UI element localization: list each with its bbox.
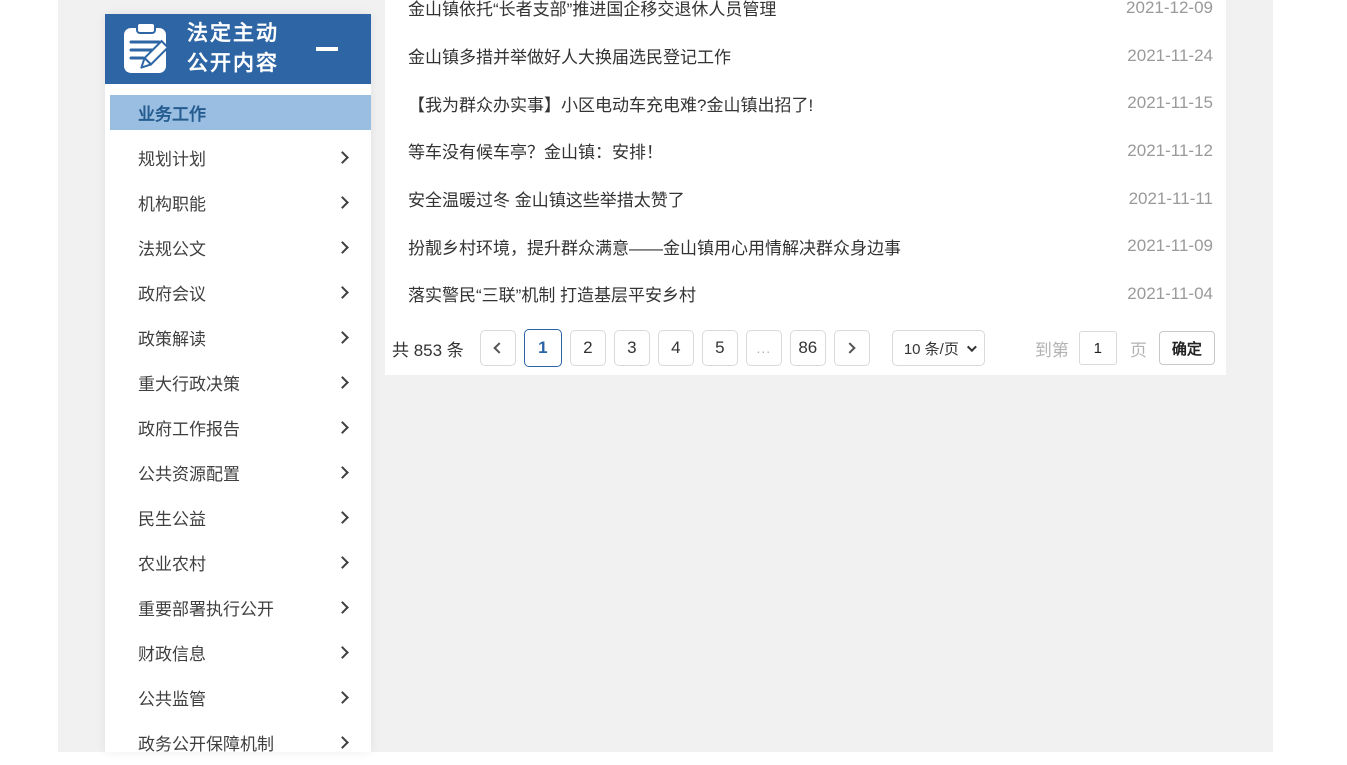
- sidebar-header: 法定主动 公开内容: [105, 14, 371, 84]
- news-date: 2021-11-12: [1127, 141, 1213, 161]
- main-panel: 金山镇依托“长者支部”推进国企移交退休人员管理 2021-12-09 金山镇多措…: [385, 0, 1226, 375]
- chevron-right-icon: [336, 421, 349, 434]
- prev-page-button[interactable]: [480, 330, 516, 366]
- news-row[interactable]: 落实警民“三联”机制 打造基层平安乡村 2021-11-04: [408, 270, 1213, 318]
- news-title-link[interactable]: 落实警民“三联”机制 打造基层平安乡村: [408, 281, 696, 306]
- page-button-86[interactable]: 86: [790, 330, 826, 366]
- sidebar-item[interactable]: 民生公益: [105, 495, 371, 540]
- collapse-minus-icon[interactable]: [316, 47, 338, 51]
- chevron-right-icon: [336, 331, 349, 344]
- news-row[interactable]: 金山镇依托“长者支部”推进国企移交退休人员管理 2021-12-09: [408, 0, 1213, 32]
- page-button-2[interactable]: 2: [570, 330, 606, 366]
- chevron-left-icon: [494, 342, 505, 353]
- goto-page-input[interactable]: [1079, 331, 1117, 365]
- page-button-1[interactable]: 1: [524, 329, 562, 367]
- page-ellipsis-button[interactable]: ...: [746, 330, 782, 366]
- sidebar-item-label: 重大行政决策: [138, 370, 240, 395]
- sidebar-item-label: 公共监管: [138, 685, 206, 710]
- sidebar-item[interactable]: 农业农村: [105, 540, 371, 585]
- sidebar-item[interactable]: 公共监管: [105, 675, 371, 720]
- chevron-right-icon: [336, 241, 349, 254]
- news-date: 2021-11-11: [1129, 189, 1213, 209]
- chevron-right-icon: [336, 286, 349, 299]
- ellipsis-label: ...: [756, 340, 771, 356]
- news-date: 2021-11-09: [1127, 236, 1213, 256]
- news-title-link[interactable]: 【我为群众办实事】小区电动车充电难?金山镇出招了!: [408, 91, 813, 116]
- news-title-link[interactable]: 扮靓乡村环境，提升群众满意——金山镇用心用情解决群众身边事: [408, 234, 901, 259]
- page-button-5[interactable]: 5: [702, 330, 738, 366]
- news-date: 2021-11-04: [1127, 284, 1213, 304]
- sidebar-item[interactable]: 财政信息: [105, 630, 371, 675]
- sidebar: 法定主动 公开内容 业务工作 规划计划 机构职能 法规公文 政府会议 政策解读 …: [105, 14, 371, 752]
- news-row[interactable]: 扮靓乡村环境，提升群众满意——金山镇用心用情解决群众身边事 2021-11-09: [408, 222, 1213, 270]
- chevron-right-icon: [336, 151, 349, 164]
- news-list: 金山镇依托“长者支部”推进国企移交退休人员管理 2021-12-09 金山镇多措…: [385, 0, 1226, 318]
- sidebar-item-label: 机构职能: [138, 190, 206, 215]
- sidebar-menu: 规划计划 机构职能 法规公文 政府会议 政策解读 重大行政决策 政府工作报告: [105, 135, 371, 765]
- goto-page-group: 到第 页 确定: [1035, 331, 1215, 365]
- sidebar-item[interactable]: 政策解读: [105, 315, 371, 360]
- news-date: 2021-11-15: [1127, 93, 1213, 113]
- news-row[interactable]: 安全温暖过冬 金山镇这些举措太赞了 2021-11-11: [408, 175, 1213, 223]
- sidebar-item[interactable]: 政府会议: [105, 270, 371, 315]
- goto-prefix-label: 到第: [1035, 336, 1069, 361]
- news-date: 2021-11-24: [1127, 46, 1213, 66]
- chevron-right-icon: [336, 556, 349, 569]
- chevron-right-icon: [845, 342, 856, 353]
- news-title-link[interactable]: 安全温暖过冬 金山镇这些举措太赞了: [408, 186, 685, 211]
- chevron-right-icon: [336, 736, 349, 749]
- sidebar-item[interactable]: 政务公开保障机制: [105, 720, 371, 765]
- sidebar-item-label: 公共资源配置: [138, 460, 240, 485]
- sidebar-item-label: 政策解读: [138, 325, 206, 350]
- sidebar-item[interactable]: 法规公文: [105, 225, 371, 270]
- news-title-link[interactable]: 等车没有候车亭？金山镇：安排！: [408, 138, 663, 163]
- sidebar-item-label: 民生公益: [138, 505, 206, 530]
- news-title-link[interactable]: 金山镇多措并举做好人大换届选民登记工作: [408, 43, 731, 68]
- sidebar-item-label: 政府会议: [138, 280, 206, 305]
- chevron-right-icon: [336, 691, 349, 704]
- sidebar-item[interactable]: 重要部署执行公开: [105, 585, 371, 630]
- next-page-button[interactable]: [834, 330, 870, 366]
- chevron-right-icon: [336, 466, 349, 479]
- page-size-label: 10 条/页: [904, 338, 959, 359]
- total-count-label: 共 853 条: [392, 336, 464, 361]
- sidebar-item[interactable]: 政府工作报告: [105, 405, 371, 450]
- chevron-right-icon: [336, 511, 349, 524]
- chevron-right-icon: [336, 196, 349, 209]
- sidebar-item[interactable]: 机构职能: [105, 180, 371, 225]
- news-title-link[interactable]: 金山镇依托“长者支部”推进国企移交退休人员管理: [408, 0, 776, 20]
- news-date: 2021-12-09: [1126, 0, 1213, 18]
- sidebar-item-label: 政务公开保障机制: [138, 730, 274, 755]
- news-row[interactable]: 【我为群众办实事】小区电动车充电难?金山镇出招了! 2021-11-15: [408, 79, 1213, 127]
- sidebar-item-label: 农业农村: [138, 550, 206, 575]
- pagination-bar: 共 853 条 1 2 3 4 5 ... 86 10 条/页 到第 页 确定: [392, 329, 1215, 367]
- clipboard-pencil-icon: [122, 23, 170, 75]
- sidebar-item[interactable]: 规划计划: [105, 135, 371, 180]
- sidebar-item[interactable]: 公共资源配置: [105, 450, 371, 495]
- goto-suffix-label: 页: [1130, 336, 1147, 361]
- sidebar-item-label: 重要部署执行公开: [138, 595, 274, 620]
- sidebar-item-active[interactable]: 业务工作: [110, 95, 371, 130]
- sidebar-item-label: 财政信息: [138, 640, 206, 665]
- page-button-3[interactable]: 3: [614, 330, 650, 366]
- sidebar-item-label: 政府工作报告: [138, 415, 240, 440]
- confirm-button[interactable]: 确定: [1159, 331, 1215, 365]
- sidebar-item[interactable]: 重大行政决策: [105, 360, 371, 405]
- sidebar-item-label: 规划计划: [138, 145, 206, 170]
- page-size-select[interactable]: 10 条/页: [892, 330, 985, 366]
- chevron-right-icon: [336, 601, 349, 614]
- chevron-right-icon: [336, 376, 349, 389]
- news-row[interactable]: 金山镇多措并举做好人大换届选民登记工作 2021-11-24: [408, 32, 1213, 80]
- chevron-down-icon: [967, 342, 977, 352]
- news-row[interactable]: 等车没有候车亭？金山镇：安排！ 2021-11-12: [408, 127, 1213, 175]
- chevron-right-icon: [336, 646, 349, 659]
- sidebar-title: 法定主动 公开内容: [187, 19, 279, 79]
- sidebar-item-label: 法规公文: [138, 235, 206, 260]
- page-button-4[interactable]: 4: [658, 330, 694, 366]
